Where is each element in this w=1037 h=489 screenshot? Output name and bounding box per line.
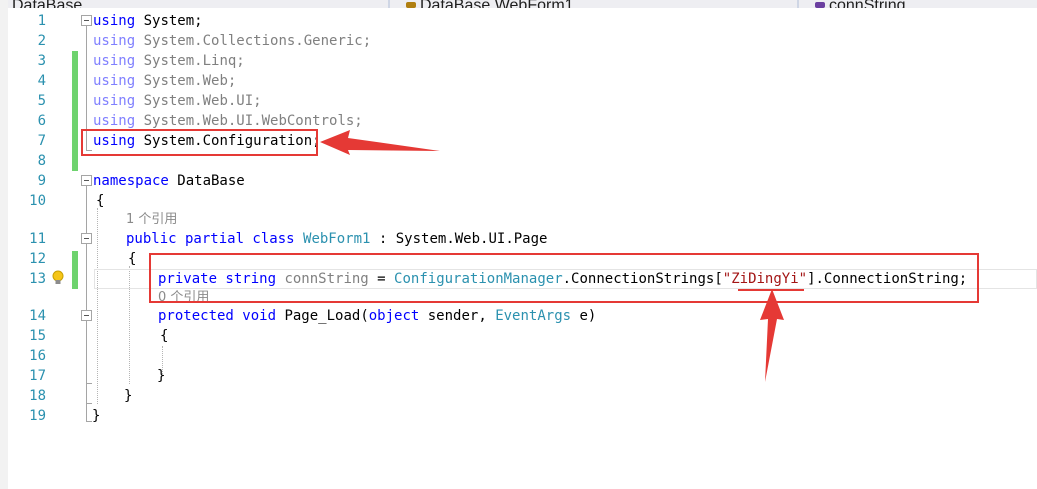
arrow-up [760, 289, 784, 382]
annotation-arrows [320, 130, 784, 382]
arrow-left [320, 130, 440, 155]
